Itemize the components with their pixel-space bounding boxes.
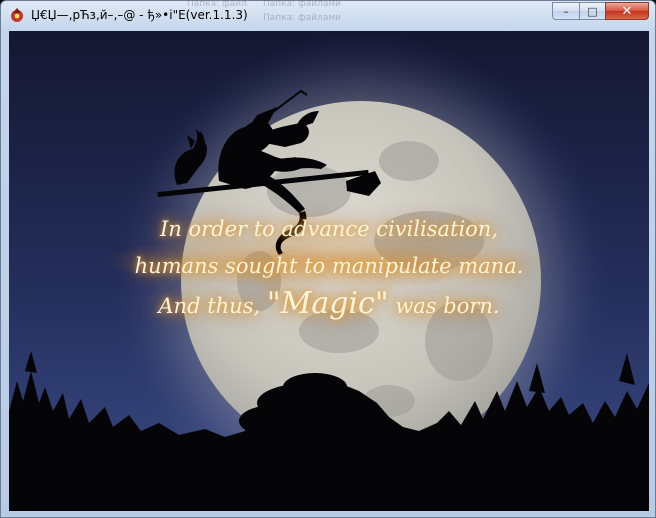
- close-icon: ✕: [621, 3, 633, 19]
- minimize-button[interactable]: –: [552, 2, 579, 20]
- close-button[interactable]: ✕: [605, 2, 649, 20]
- window-title: Џ€Џ—‚рЋз‚й–‚–@ - ђ»•i"E(ver.1.1.3): [31, 8, 248, 22]
- minimize-icon: –: [563, 4, 569, 18]
- title-bar[interactable]: Џ€Џ—‚рЋз‚й–‚–@ - ђ»•i"E(ver.1.1.3) Папка…: [1, 0, 655, 31]
- story-line-3: And thus, "Magic" was born.: [9, 285, 649, 325]
- maximize-button[interactable]: □: [579, 2, 605, 20]
- intro-story-text: In order to advance civilisation, humans…: [9, 211, 649, 325]
- story-line-3-suffix: was born.: [388, 294, 500, 318]
- maximize-icon: □: [587, 4, 598, 18]
- background-ghost-text: Папка: файлами: [263, 13, 341, 23]
- game-screen[interactable]: In order to advance civilisation, humans…: [9, 31, 649, 511]
- background-ghost-text: Папка: файлами: [263, 0, 341, 9]
- app-icon[interactable]: [9, 7, 25, 23]
- story-line-3-prefix: And thus,: [158, 294, 267, 318]
- window-controls: – □ ✕: [552, 2, 649, 21]
- story-line-1: In order to advance civilisation,: [159, 217, 499, 241]
- story-line-2: humans sought to manipulate mana.: [134, 254, 524, 278]
- background-ghost-text: Папка: файл: [187, 0, 247, 9]
- game-window: Џ€Џ—‚рЋз‚й–‚–@ - ђ»•i"E(ver.1.1.3) Папка…: [0, 0, 656, 518]
- magic-word: "Magic": [266, 286, 389, 321]
